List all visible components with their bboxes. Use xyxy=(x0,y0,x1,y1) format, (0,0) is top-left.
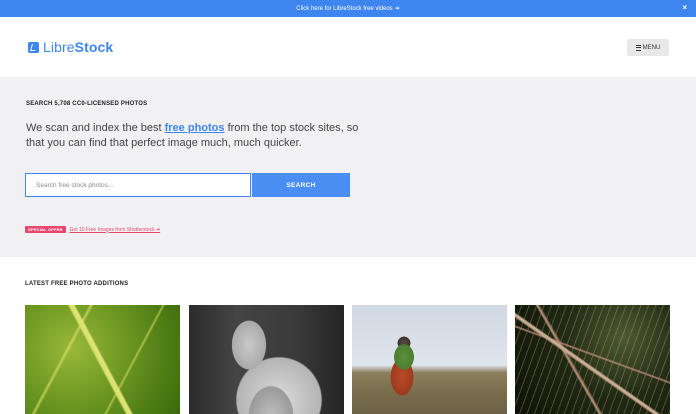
shutterstock-offer-link[interactable]: Get 10 Free Images from Shutterstock ➔ xyxy=(70,227,161,233)
menu-button-label: MENU xyxy=(642,44,661,51)
latest-photos-section: LATEST FREE PHOTO ADDITIONS xyxy=(0,257,696,414)
logo-icon xyxy=(28,41,39,53)
site-header: LibreStock MENU xyxy=(0,17,696,77)
search-button[interactable]: SEARCH xyxy=(252,173,350,197)
special-offer: SPECIAL OFFER Get 10 Free Images from Sh… xyxy=(25,226,160,233)
promo-banner[interactable]: Click here for LibreStock free videos ➔ … xyxy=(0,0,696,17)
photo-hiker[interactable] xyxy=(352,305,507,414)
arrow-right-icon: ➔ xyxy=(394,6,400,12)
hero-description: We scan and index the best free photos f… xyxy=(26,121,366,151)
photo-jeans[interactable] xyxy=(189,305,344,414)
special-offer-badge: SPECIAL OFFER xyxy=(25,226,66,233)
free-photos-link[interactable]: free photos xyxy=(165,122,225,134)
photo-grass[interactable] xyxy=(515,305,670,414)
promo-banner-text[interactable]: Click here for LibreStock free videos xyxy=(296,6,392,12)
logo-text: LibreStock xyxy=(43,39,113,55)
logo[interactable]: LibreStock xyxy=(28,39,113,55)
photo-leaf[interactable] xyxy=(25,305,180,414)
hero-text-before: We scan and index the best xyxy=(26,122,165,134)
logo-text-light: Libre xyxy=(43,39,75,55)
search-input[interactable]: Search free stock photos... xyxy=(25,173,251,197)
logo-text-bold: Stock xyxy=(74,39,114,55)
hamburger-icon xyxy=(635,44,641,51)
menu-button[interactable]: MENU xyxy=(627,39,669,56)
hero-label: SEARCH 5,708 CC0-LICENSED PHOTOS xyxy=(26,101,148,107)
close-icon[interactable]: × xyxy=(682,3,687,13)
hero-section: SEARCH 5,708 CC0-LICENSED PHOTOS We scan… xyxy=(0,77,696,257)
latest-photos-heading: LATEST FREE PHOTO ADDITIONS xyxy=(25,281,129,287)
